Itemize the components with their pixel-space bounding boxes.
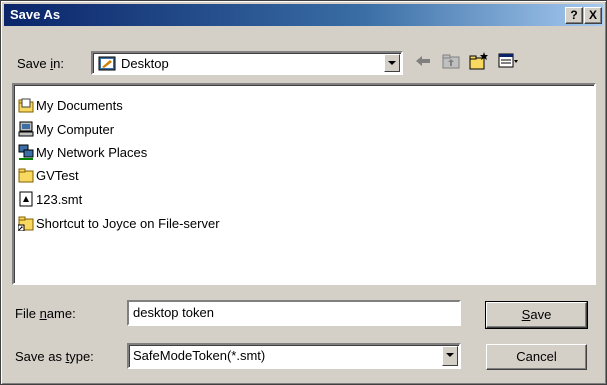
desktop-icon bbox=[98, 56, 116, 71]
title-bar: Save As ? X bbox=[4, 4, 603, 26]
save-in-value: Desktop bbox=[121, 56, 169, 71]
folder-icon bbox=[18, 168, 34, 183]
my-documents-icon bbox=[18, 98, 34, 113]
list-item-my-network-places[interactable]: My Network Places bbox=[18, 142, 147, 162]
file-name-input[interactable]: desktop token bbox=[127, 300, 461, 326]
save-as-type-dropdown-button[interactable] bbox=[442, 346, 458, 366]
file-name-label: File name: bbox=[15, 306, 76, 321]
file-list[interactable]: My Documents My Computer My Network Plac… bbox=[12, 83, 596, 285]
close-button[interactable]: X bbox=[584, 7, 602, 24]
save-in-combo[interactable]: Desktop bbox=[91, 51, 403, 75]
list-item-gvtest[interactable]: GVTest bbox=[18, 165, 79, 185]
save-as-type-combo[interactable]: SafeModeToken(*.smt) bbox=[127, 343, 461, 369]
network-places-icon bbox=[18, 144, 34, 160]
help-button[interactable]: ? bbox=[565, 7, 583, 24]
up-folder-icon[interactable] bbox=[441, 51, 461, 71]
list-item-shortcut-joyce[interactable]: Shortcut to Joyce on File-server bbox=[18, 213, 220, 233]
list-item-my-documents[interactable]: My Documents bbox=[18, 95, 123, 115]
shortcut-folder-icon bbox=[18, 216, 34, 231]
new-folder-icon[interactable] bbox=[469, 51, 489, 71]
save-as-dialog: Save As ? X Save in: Desktop My Document… bbox=[0, 0, 607, 385]
save-button[interactable]: Save bbox=[485, 301, 588, 329]
save-in-label: Save in: bbox=[17, 56, 64, 71]
file-icon bbox=[19, 191, 33, 207]
view-menu-icon[interactable] bbox=[498, 51, 518, 71]
cancel-button[interactable]: Cancel bbox=[486, 344, 587, 370]
my-computer-icon bbox=[18, 121, 34, 137]
list-item-my-computer[interactable]: My Computer bbox=[18, 119, 114, 139]
save-as-type-label: Save as type: bbox=[15, 349, 94, 364]
save-as-type-value: SafeModeToken(*.smt) bbox=[133, 348, 266, 363]
save-in-dropdown-button[interactable] bbox=[384, 54, 400, 72]
window-title: Save As bbox=[10, 7, 61, 22]
back-arrow-icon[interactable] bbox=[413, 51, 433, 71]
list-item-123-smt[interactable]: 123.smt bbox=[18, 189, 82, 209]
